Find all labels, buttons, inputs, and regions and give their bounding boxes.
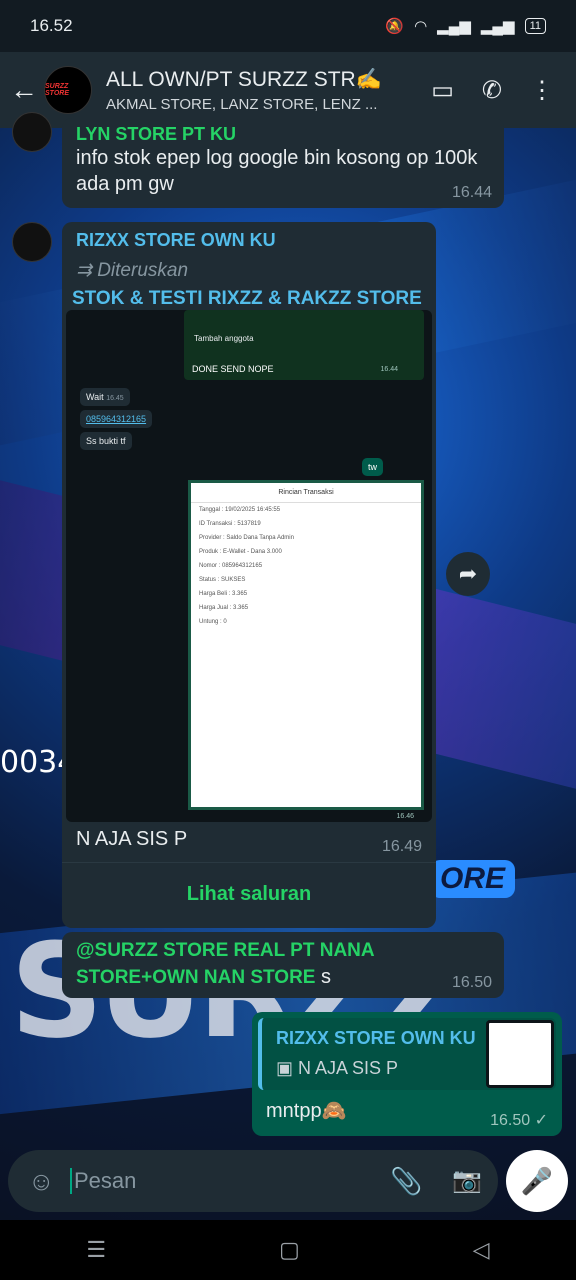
signal-icon: ▂▄▆ (437, 18, 471, 35)
image-icon: ▣ (276, 1058, 299, 1078)
group-avatar[interactable]: SURZZ STORE (44, 66, 92, 114)
message-time: 16.49 (381, 838, 422, 855)
quoted-text: N AJA SIS P (298, 1058, 399, 1078)
back-icon[interactable]: ◁ (473, 1237, 490, 1263)
mute-icon: 🔕 (385, 18, 405, 35)
forward-icon: ⇉ (76, 260, 98, 281)
mic-icon[interactable]: 🎤 (506, 1150, 568, 1212)
status-time: 16.52 (30, 16, 73, 35)
attach-icon[interactable]: 📎 (390, 1166, 422, 1197)
message-caption: N AJA SIS P (76, 828, 188, 850)
channel-name[interactable]: STOK & TESTI RIXZZ & RAKZZ STORE (62, 288, 436, 310)
message-time: 16.44 (451, 184, 492, 201)
receipt-row: ID Transaksi : 5137819 (199, 521, 261, 527)
message-bubble[interactable]: @SURZZ STORE REAL PT NANA STORE+OWN NAN … (62, 932, 504, 998)
screenshot-bukti: Ss bukti tf (80, 432, 132, 450)
message-time: 16.50 (451, 974, 492, 991)
message-text: s (315, 966, 332, 988)
receipt-row: Produk : E-Wallet - Dana 3.000 (199, 549, 282, 555)
screenshot-tw: tw (362, 458, 383, 476)
message-text: info stok epep log google bin kosong op … (76, 147, 478, 195)
wifi-icon: ◠ (414, 18, 428, 35)
view-channel-button[interactable]: Lihat saluran (62, 872, 436, 916)
message-text: mntpp🙈 (266, 1100, 347, 1122)
message-image[interactable]: Tambah anggota DONE SEND NOPE 16.44 Wait… (66, 310, 432, 822)
home-icon[interactable]: ▢ (279, 1237, 300, 1263)
message-input[interactable]: Pesan (70, 1168, 136, 1194)
status-bar: 16.52 🔕 ◠ ▂▄▆ ▂▄▆ 11 (0, 0, 576, 52)
receipt-row: Tanggal : 19/02/2025 16:45:55 (199, 507, 281, 513)
camera-icon[interactable]: 📷 (452, 1166, 482, 1195)
quoted-thumbnail (486, 1020, 554, 1088)
receipt-row: Harga Beli : 3.365 (199, 591, 248, 597)
more-options-icon[interactable]: ⋮ (530, 76, 554, 105)
battery-icon: 11 (524, 18, 546, 34)
screenshot-done: DONE SEND NOPE (192, 364, 274, 374)
group-title: ALL OWN/PT SURZZ STR✍️ (106, 67, 382, 91)
back-arrow-icon[interactable]: ← (4, 74, 44, 106)
forward-button-icon[interactable]: ➦ (446, 552, 490, 596)
receipt-row: Nomor : 085964312165 (199, 563, 263, 569)
receipt-row: Untung : 0 (199, 619, 227, 625)
screenshot-top-label: Tambah anggota (194, 334, 254, 343)
group-info[interactable]: ALL OWN/PT SURZZ STR✍️ AKMAL STORE, LANZ… (106, 68, 396, 113)
compose-bar: ☺ Pesan 📎 📷 (8, 1150, 498, 1212)
phone-icon[interactable]: ✆ (482, 76, 502, 105)
receipt-row: Harga Jual : 3.365 (199, 605, 249, 611)
receipt-title: Rincian Transaksi (191, 483, 421, 503)
message-bubble[interactable]: LYN STORE PT KU info stok epep log googl… (62, 118, 504, 208)
receipt-time: 16.46 (396, 813, 414, 820)
wallpaper-store-text: ORE (430, 860, 516, 898)
forwarded-message-bubble[interactable]: RIZXX STORE OWN KU ⇉ Diteruskan STOK & T… (62, 222, 436, 928)
system-nav-bar: ☰ ▢ ◁ (0, 1220, 576, 1280)
message-sender: LYN STORE PT KU (76, 124, 237, 144)
quoted-message[interactable]: RIZXX STORE OWN KU ▣ N AJA SIS P (258, 1018, 556, 1090)
video-call-icon[interactable]: ▭ (431, 76, 454, 105)
signal-icon-2: ▂▄▆ (480, 18, 515, 35)
message-sender: RIZXX STORE OWN KU (76, 230, 276, 250)
outgoing-message-bubble[interactable]: RIZXX STORE OWN KU ▣ N AJA SIS P mntpp🙈 … (252, 1012, 562, 1136)
receipt-row: Status : SUKSES (199, 577, 246, 583)
transaction-receipt: Rincian Transaksi Tanggal : 19/02/2025 1… (188, 480, 424, 810)
sender-avatar[interactable] (12, 222, 52, 262)
sender-avatar[interactable] (12, 112, 52, 152)
group-members: AKMAL STORE, LANZ STORE, LENZ ... (106, 95, 378, 113)
screenshot-number: 085964312165 (80, 410, 153, 428)
forwarded-label: Diteruskan (97, 260, 189, 281)
screenshot-done-time: 16.44 (380, 366, 398, 373)
receipt-row: Provider : Saldo Dana Tanpa Admin (199, 535, 294, 541)
screenshot-wait: Wait (86, 392, 104, 402)
quoted-sender: RIZXX STORE OWN KU (276, 1028, 476, 1048)
recents-icon[interactable]: ☰ (86, 1237, 106, 1263)
message-time: 16.50 ✓ (490, 1112, 548, 1129)
screenshot-wait-time: 16.45 (106, 395, 124, 402)
chat-header: ← SURZZ STORE ALL OWN/PT SURZZ STR✍️ AKM… (0, 52, 576, 128)
emoji-icon[interactable]: ☺ (28, 1166, 55, 1197)
